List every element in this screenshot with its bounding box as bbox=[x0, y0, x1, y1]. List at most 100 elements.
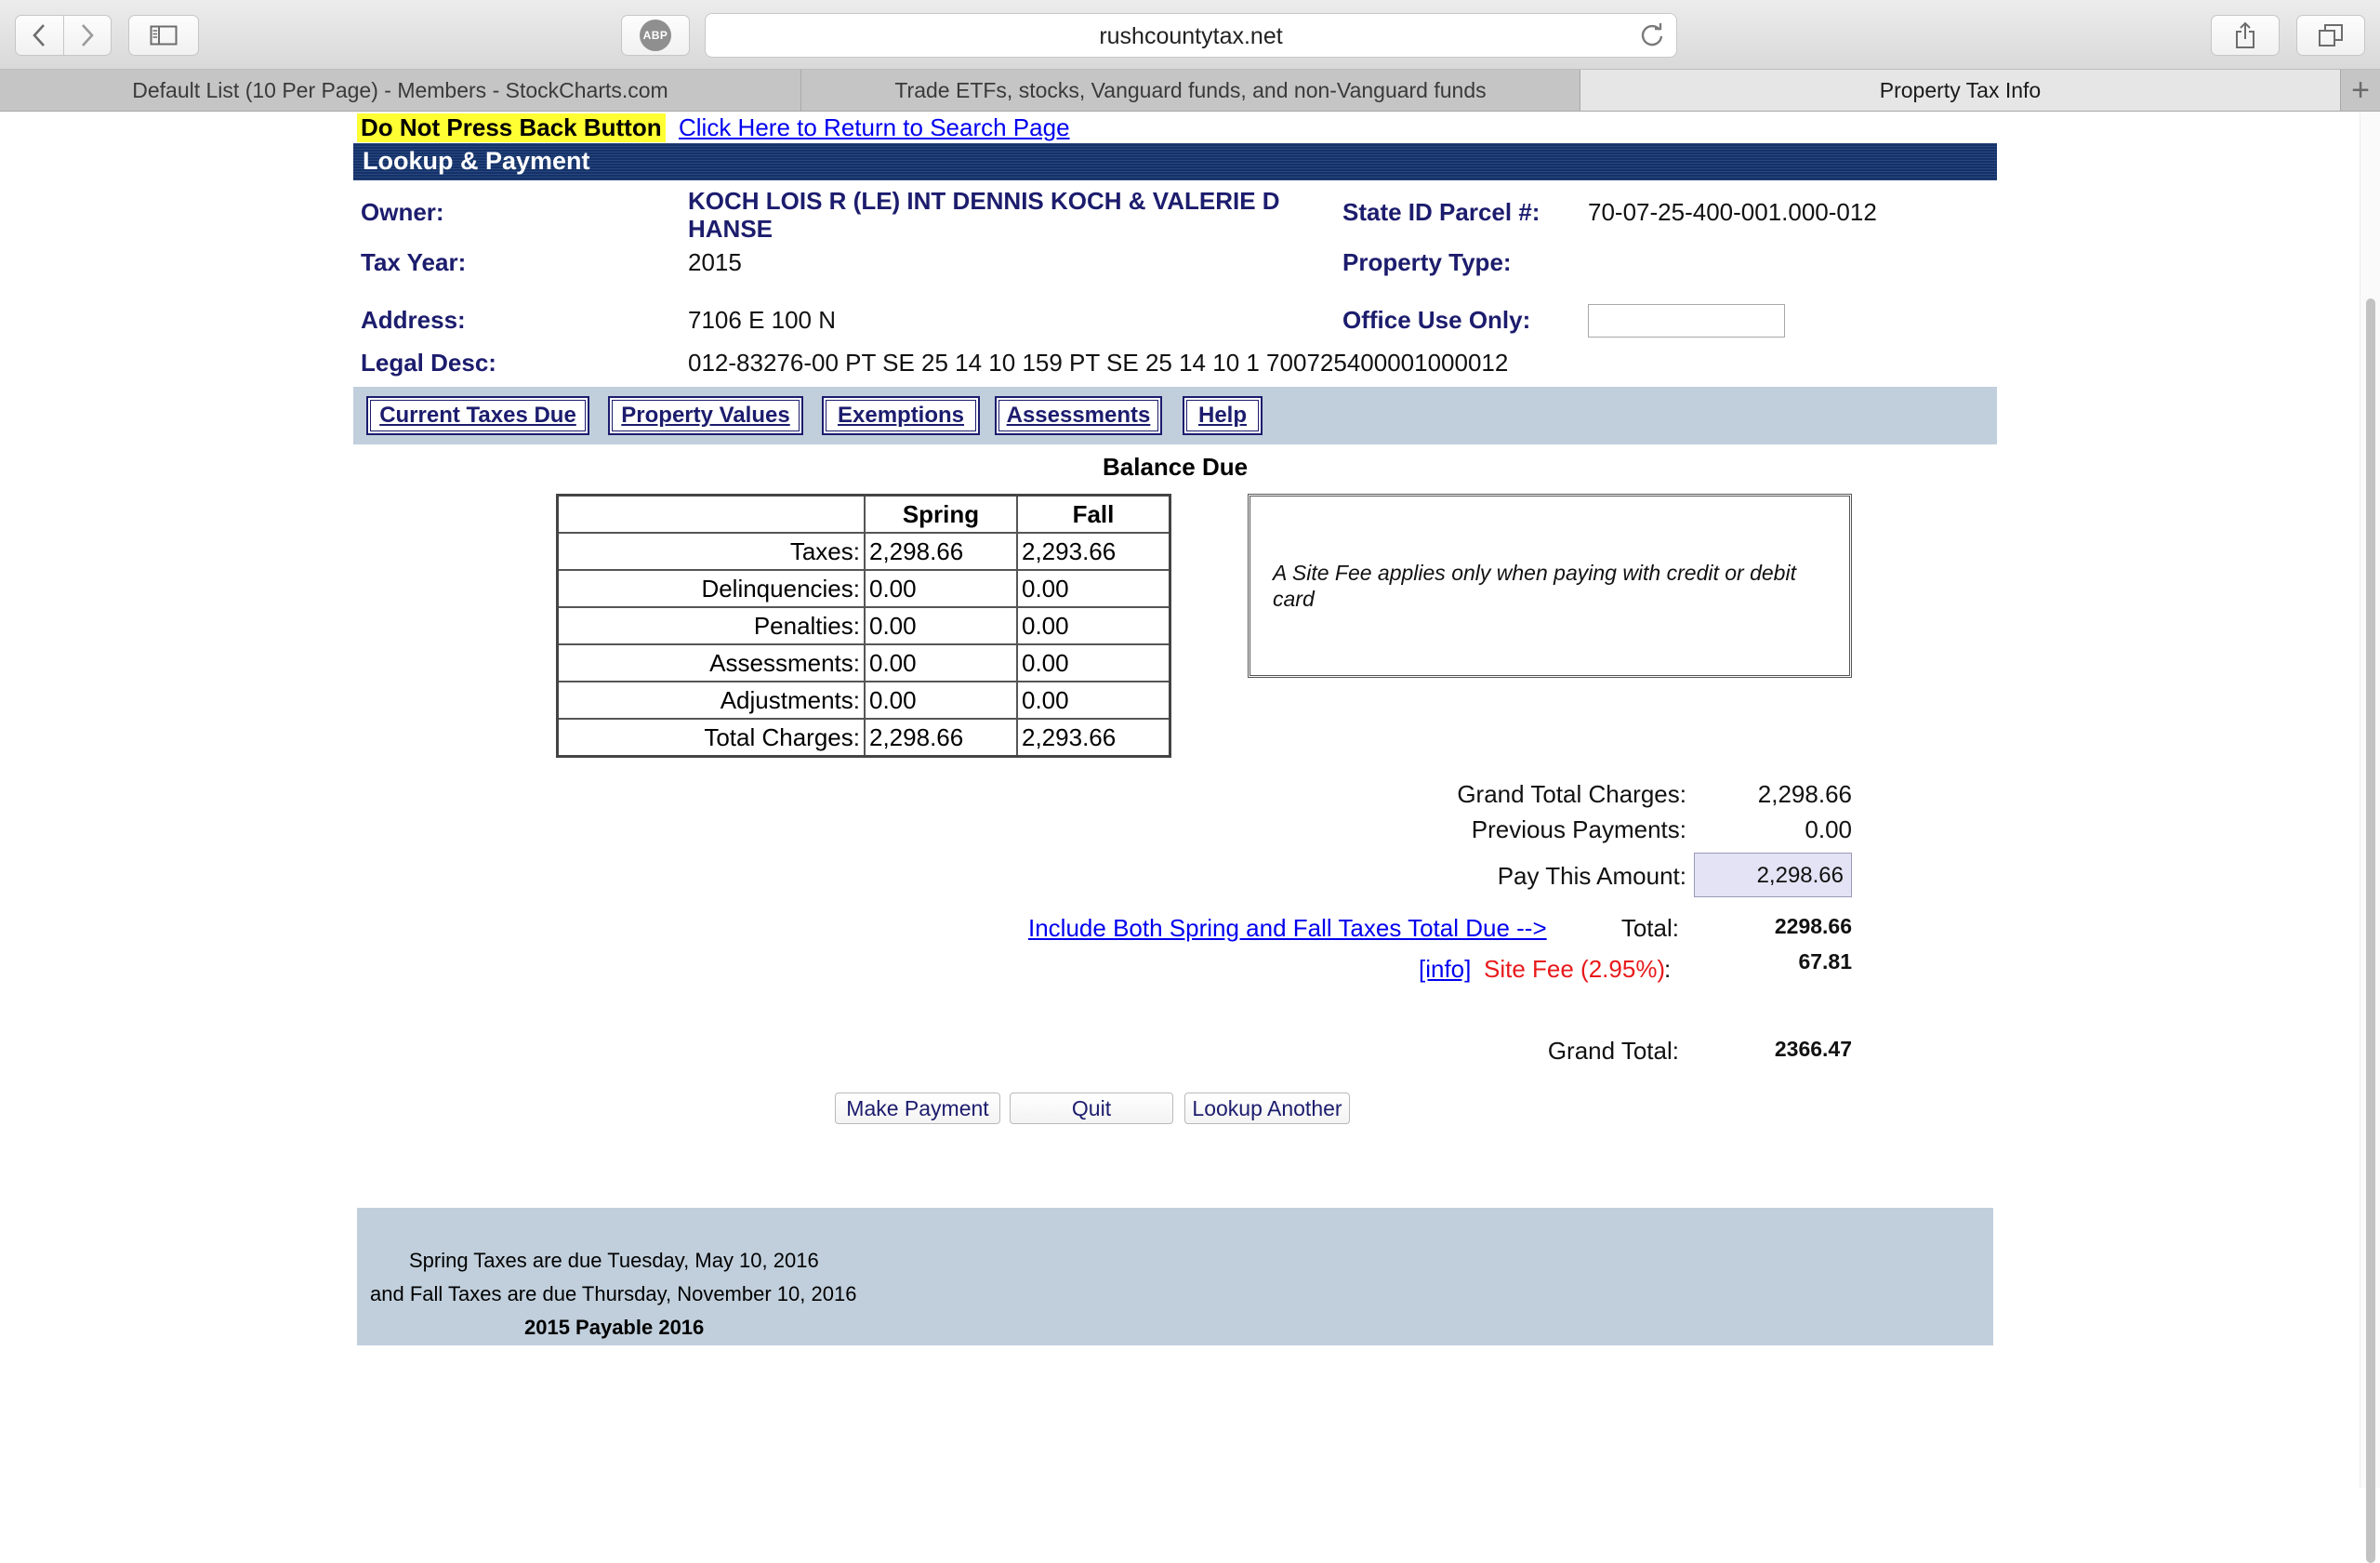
section-nav-band bbox=[353, 387, 1997, 444]
row-label: Total Charges: bbox=[556, 718, 866, 758]
sidebar-toggle-button[interactable] bbox=[128, 15, 199, 56]
share-icon bbox=[2236, 21, 2254, 48]
state-id-value: 70-07-25-400-001.000-012 bbox=[1588, 198, 1877, 226]
url-text: rushcountytax.net bbox=[1099, 23, 1283, 49]
fall-value: 0.00 bbox=[1016, 606, 1171, 645]
fall-value: 2,293.66 bbox=[1016, 718, 1171, 758]
include-both-taxes-link[interactable]: Include Both Spring and Fall Taxes Total… bbox=[1028, 914, 1547, 943]
previous-payments-label: Previous Payments: bbox=[1471, 815, 1686, 843]
site-fee-label: Site Fee (2.95%) bbox=[1484, 955, 1666, 983]
payable-year-text: 2015 Payable 2016 bbox=[524, 1316, 705, 1339]
lookup-another-button[interactable]: Lookup Another bbox=[1184, 1093, 1350, 1124]
total-label: Total: bbox=[1620, 914, 1679, 942]
charges-header-blank bbox=[556, 494, 866, 534]
grand-total-label: Grand Total: bbox=[1547, 1037, 1679, 1065]
back-button-warning: Do Not Press Back Button bbox=[357, 113, 666, 142]
spring-value: 0.00 bbox=[864, 606, 1018, 645]
tab-vanguard[interactable]: Trade ETFs, stocks, Vanguard funds, and … bbox=[801, 70, 1580, 111]
table-row: Assessments: 0.00 0.00 bbox=[556, 643, 1171, 682]
fall-value: 2,293.66 bbox=[1016, 532, 1171, 571]
chevron-right-icon bbox=[81, 24, 94, 46]
scrollbar-thumb[interactable] bbox=[2366, 298, 2375, 1563]
spring-value: 0.00 bbox=[864, 643, 1018, 682]
site-fee-value: 67.81 bbox=[1798, 949, 1852, 974]
table-row: Taxes: 2,298.66 2,293.66 bbox=[556, 532, 1171, 571]
address-label: Address: bbox=[361, 306, 466, 334]
fall-value: 0.00 bbox=[1016, 643, 1171, 682]
spring-value: 2,298.66 bbox=[864, 718, 1018, 758]
reload-button[interactable] bbox=[1639, 22, 1665, 53]
row-label: Delinquencies: bbox=[556, 569, 866, 608]
spring-value: 0.00 bbox=[864, 681, 1018, 720]
tab-overview-button[interactable] bbox=[2296, 15, 2365, 56]
legal-desc-value: 012-83276-00 PT SE 25 14 10 159 PT SE 25… bbox=[688, 349, 1509, 377]
row-label: Assessments: bbox=[556, 643, 866, 682]
spring-column-header: Spring bbox=[864, 494, 1018, 534]
grand-total-charges-value: 2,298.66 bbox=[1757, 780, 1852, 808]
previous-payments-value: 0.00 bbox=[1805, 815, 1852, 843]
table-row: Penalties: 0.00 0.00 bbox=[556, 606, 1171, 645]
charges-header-row: Spring Fall bbox=[556, 494, 1171, 534]
total-value: 2298.66 bbox=[1774, 914, 1852, 938]
table-row: Total Charges: 2,298.66 2,293.66 bbox=[556, 718, 1171, 758]
row-label: Adjustments: bbox=[556, 681, 866, 720]
fall-value: 0.00 bbox=[1016, 681, 1171, 720]
share-button[interactable] bbox=[2211, 15, 2280, 56]
address-bar[interactable]: rushcountytax.net bbox=[705, 13, 1677, 58]
quit-button[interactable]: Quit bbox=[1010, 1093, 1173, 1124]
reload-icon bbox=[1641, 23, 1663, 46]
navigation-buttons bbox=[15, 15, 112, 56]
forward-button[interactable] bbox=[64, 16, 112, 55]
new-tab-button[interactable]: + bbox=[2341, 70, 2380, 111]
page-scrollbar[interactable] bbox=[2360, 113, 2380, 1563]
table-row: Adjustments: 0.00 0.00 bbox=[556, 681, 1171, 720]
current-taxes-due-button[interactable]: Current Taxes Due bbox=[366, 396, 589, 435]
legal-desc-label: Legal Desc: bbox=[361, 349, 496, 377]
owner-value: KOCH LOIS R (LE) INT DENNIS KOCH & VALER… bbox=[688, 187, 1280, 243]
pay-amount-label: Pay This Amount: bbox=[1497, 862, 1686, 890]
grand-total-charges-label: Grand Total Charges: bbox=[1457, 780, 1686, 808]
tab-property-tax-info[interactable]: Property Tax Info bbox=[1580, 70, 2341, 111]
back-button[interactable] bbox=[16, 16, 64, 55]
return-to-search-link[interactable]: Click Here to Return to Search Page bbox=[679, 113, 1070, 142]
tab-stockcharts[interactable]: Default List (10 Per Page) - Members - S… bbox=[0, 70, 801, 111]
table-row: Delinquencies: 0.00 0.00 bbox=[556, 569, 1171, 608]
row-label: Taxes: bbox=[556, 532, 866, 571]
fall-column-header: Fall bbox=[1016, 494, 1171, 534]
spring-due-text: Spring Taxes are due Tuesday, May 10, 20… bbox=[409, 1249, 819, 1272]
tab-strip: Default List (10 Per Page) - Members - S… bbox=[0, 70, 2380, 112]
office-use-label: Office Use Only: bbox=[1342, 306, 1531, 334]
site-fee-info-link[interactable]: [info] bbox=[1419, 955, 1471, 984]
exemptions-button[interactable]: Exemptions bbox=[822, 396, 980, 435]
site-fee-colon: : bbox=[1664, 955, 1672, 983]
fall-value: 0.00 bbox=[1016, 569, 1171, 608]
page-content: Do Not Press Back Button Click Here to R… bbox=[0, 113, 2360, 1488]
office-use-field[interactable] bbox=[1588, 304, 1785, 338]
state-id-label: State ID Parcel #: bbox=[1342, 198, 1540, 226]
grand-total-value: 2366.47 bbox=[1774, 1037, 1852, 1061]
tax-year-value: 2015 bbox=[688, 248, 742, 276]
adblock-icon: ABP bbox=[640, 20, 671, 51]
help-button[interactable]: Help bbox=[1183, 396, 1263, 435]
sidebar-icon bbox=[150, 25, 178, 46]
page-title: Lookup & Payment bbox=[353, 143, 1997, 180]
adblock-button[interactable]: ABP bbox=[621, 15, 690, 56]
site-fee-notice: A Site Fee applies only when paying with… bbox=[1248, 494, 1852, 678]
address-value: 7106 E 100 N bbox=[688, 306, 837, 334]
browser-toolbar: ABP rushcountytax.net bbox=[0, 0, 2380, 70]
make-payment-button[interactable]: Make Payment bbox=[835, 1093, 1000, 1124]
balance-due-heading: Balance Due bbox=[1103, 453, 1249, 481]
tab-overview-icon bbox=[2319, 24, 2343, 46]
owner-label: Owner: bbox=[361, 198, 444, 226]
row-label: Penalties: bbox=[556, 606, 866, 645]
pay-amount-input[interactable]: 2,298.66 bbox=[1694, 853, 1852, 897]
assessments-button[interactable]: Assessments bbox=[995, 396, 1162, 435]
property-type-label: Property Type: bbox=[1342, 248, 1512, 276]
chevron-left-icon bbox=[33, 24, 46, 46]
property-values-button[interactable]: Property Values bbox=[608, 396, 803, 435]
tax-year-label: Tax Year: bbox=[361, 248, 467, 276]
charges-table: Spring Fall Taxes: 2,298.66 2,293.66 Del… bbox=[556, 494, 1171, 758]
fall-due-text: and Fall Taxes are due Thursday, Novembe… bbox=[370, 1282, 857, 1305]
spring-value: 2,298.66 bbox=[864, 532, 1018, 571]
spring-value: 0.00 bbox=[864, 569, 1018, 608]
